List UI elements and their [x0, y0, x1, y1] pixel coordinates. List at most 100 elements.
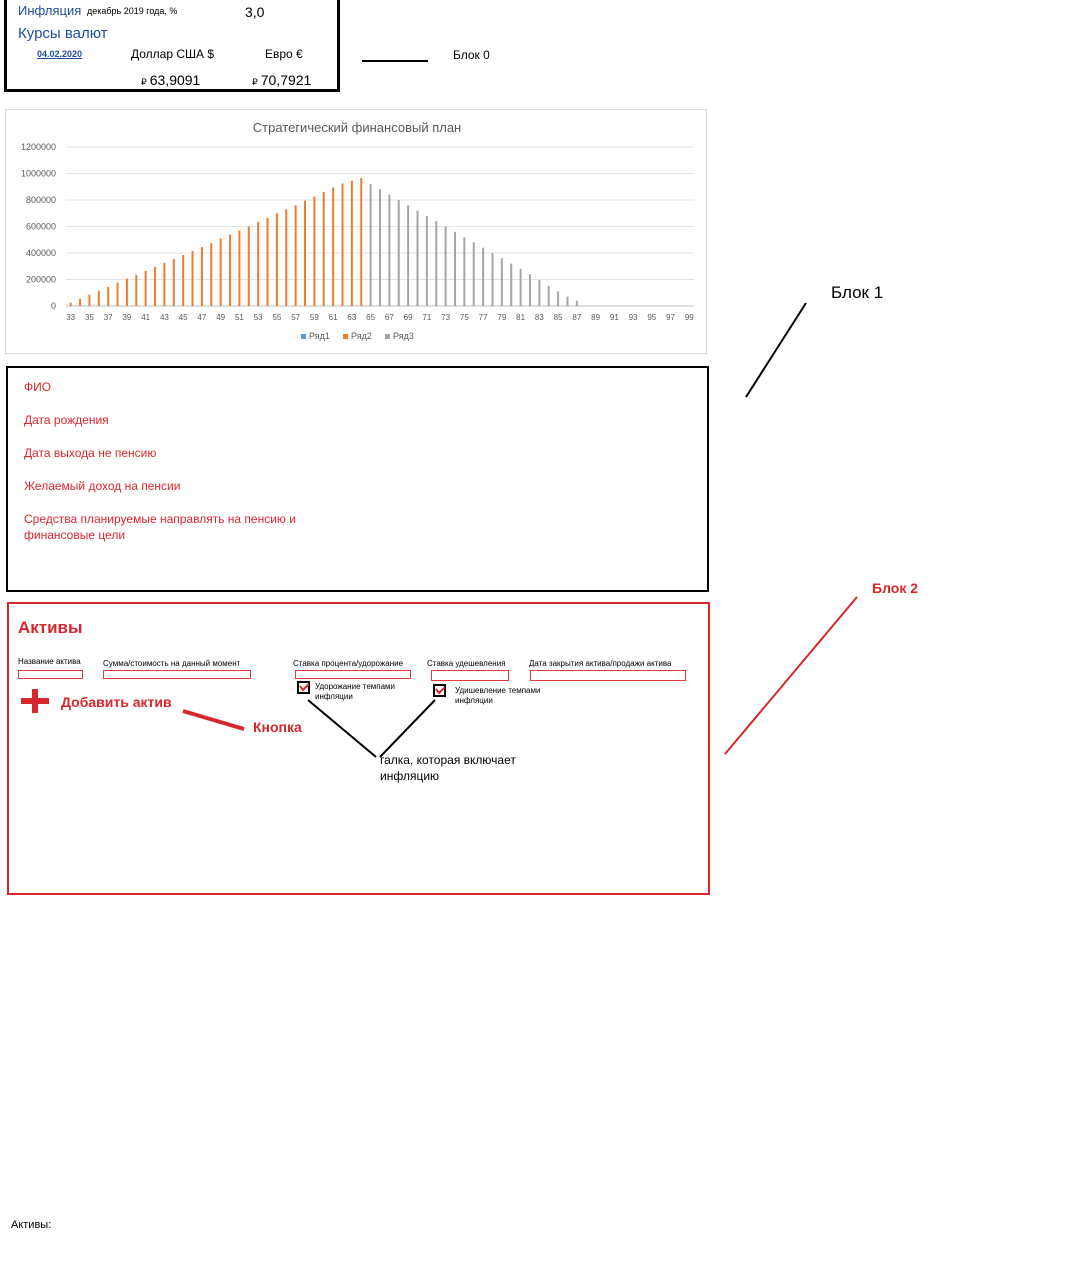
asset-close-date-input[interactable] — [530, 670, 686, 681]
bar-ряд2 — [360, 178, 363, 306]
desired-income-label: Желаемый доход на пенсии — [24, 479, 181, 493]
bar-ряд2 — [275, 213, 278, 306]
bar-ряд2 — [210, 243, 213, 306]
bar-ряд2 — [182, 254, 185, 306]
x-tick-label: 75 — [460, 313, 469, 322]
bar-ряд2 — [69, 302, 72, 306]
bar-ряд2 — [107, 286, 110, 306]
bar-ряд2 — [285, 209, 288, 306]
annotation-block2: Блок 2 — [872, 580, 919, 596]
bar-ряд3 — [416, 210, 419, 306]
bar-ряд3 — [435, 221, 438, 306]
y-tick-label: 1000000 — [21, 169, 56, 179]
bar-ряд2 — [154, 266, 157, 306]
inflation-down-checkbox[interactable] — [433, 684, 446, 697]
retire-date-label: Дата выхода не пенсию — [24, 446, 157, 460]
asset-cheapening-header: Ставка удешевления — [427, 659, 506, 668]
legend-swatch — [343, 334, 348, 339]
bar-ряд2 — [135, 274, 138, 306]
inflation-down-label: Удишевление темпами инфляции — [455, 686, 541, 705]
x-tick-label: 71 — [422, 313, 431, 322]
footer-assets-label: Активы: — [11, 1219, 52, 1231]
block2-pointer-line — [724, 596, 858, 755]
assets-title: Активы — [18, 618, 83, 637]
bar-ряд3 — [425, 215, 428, 306]
bar-ряд2 — [172, 258, 175, 306]
bar-ряд3 — [407, 205, 410, 306]
y-tick-label: 0 — [51, 301, 56, 311]
chart-svg: Стратегический финансовый план 0 200000 400… — [21, 120, 694, 341]
bar-ряд2 — [294, 205, 297, 306]
asset-close-date-header: Дата закрытия актива/продажи актива — [529, 659, 672, 668]
financial-plan-chart: Стратегический финансовый план 0 200000 400… — [5, 109, 707, 354]
bar-ряд2 — [125, 278, 128, 306]
x-tick-label: 97 — [666, 313, 675, 322]
block1-pointer-line — [745, 302, 807, 398]
bar-ряд3 — [528, 274, 531, 306]
asset-amount-input[interactable] — [103, 670, 251, 679]
x-tick-label: 39 — [122, 313, 131, 322]
chart-title: Стратегический финансовый план — [253, 120, 461, 135]
y-tick-label: 400000 — [26, 248, 56, 258]
bar-ряд3 — [547, 286, 550, 306]
annotation-block0: Блок 0 — [453, 48, 490, 62]
x-tick-label: 35 — [85, 313, 94, 322]
x-tick-label: 99 — [685, 313, 694, 322]
x-tick-label: 51 — [235, 313, 244, 322]
bar-ряд3 — [482, 247, 485, 306]
bar-ряд2 — [144, 270, 147, 306]
bar-ряд2 — [247, 226, 250, 306]
legend-label: Ряд2 — [351, 331, 372, 341]
x-tick-label: 77 — [479, 313, 488, 322]
check-icon — [435, 686, 445, 695]
x-tick-label: 81 — [516, 313, 525, 322]
legend-label: Ряд3 — [393, 331, 414, 341]
bar-ряд2 — [341, 183, 344, 306]
bar-ряд3 — [369, 184, 372, 306]
x-tick-label: 67 — [385, 313, 394, 322]
birth-date-label: Дата рождения — [24, 413, 109, 427]
bar-ряд2 — [219, 238, 222, 306]
x-tick-label: 37 — [104, 313, 113, 322]
y-tick-label: 200000 — [26, 275, 56, 285]
x-tick-label: 65 — [366, 313, 375, 322]
block2-assets-panel: Активы Название актива Сумма/стоимость н… — [7, 602, 710, 895]
x-tick-label: 57 — [291, 313, 300, 322]
bar-ряд3 — [388, 194, 391, 306]
legend-swatch — [385, 334, 390, 339]
bar-ряд3 — [566, 296, 569, 306]
annotation-block1: Блок 1 — [831, 283, 884, 302]
x-tick-label: 69 — [404, 313, 413, 322]
asset-amount-header: Сумма/стоимость на данный момент — [103, 659, 241, 668]
add-asset-plus-icon[interactable] — [19, 687, 51, 715]
add-asset-button[interactable]: Добавить актив — [61, 694, 172, 710]
bar-ряд3 — [463, 237, 466, 306]
y-tick-label: 1200000 — [21, 142, 56, 152]
block1-personal-form: ФИО Дата рождения Дата выхода не пенсию … — [6, 366, 709, 592]
x-tick-label: 89 — [591, 313, 600, 322]
bar-ряд3 — [519, 268, 522, 306]
inflation-up-checkbox[interactable] — [297, 681, 310, 694]
bar-ряд2 — [257, 221, 260, 306]
bar-ряд3 — [538, 280, 541, 306]
check-icon — [299, 683, 309, 692]
bar-ряд3 — [472, 242, 475, 306]
asset-name-header: Название актива — [18, 657, 81, 666]
bar-ряд3 — [453, 231, 456, 306]
bar-ряд2 — [322, 192, 325, 306]
x-tick-label: 73 — [441, 313, 450, 322]
x-tick-label: 53 — [254, 313, 263, 322]
bar-ряд2 — [350, 180, 353, 306]
asset-rate-input[interactable] — [295, 670, 411, 679]
legend-label: Ряд1 — [309, 331, 330, 341]
bar-ряд2 — [163, 262, 166, 306]
bar-ряд2 — [332, 187, 335, 306]
bar-ряд3 — [557, 291, 560, 306]
x-tick-label: 49 — [216, 313, 225, 322]
asset-name-input[interactable] — [18, 670, 83, 679]
funds-label: Средства планируемые направлять на пенси… — [24, 512, 296, 542]
x-tick-label: 47 — [197, 313, 206, 322]
asset-cheapening-input[interactable] — [431, 670, 509, 681]
x-tick-label: 91 — [610, 313, 619, 322]
legend-swatch — [301, 334, 306, 339]
